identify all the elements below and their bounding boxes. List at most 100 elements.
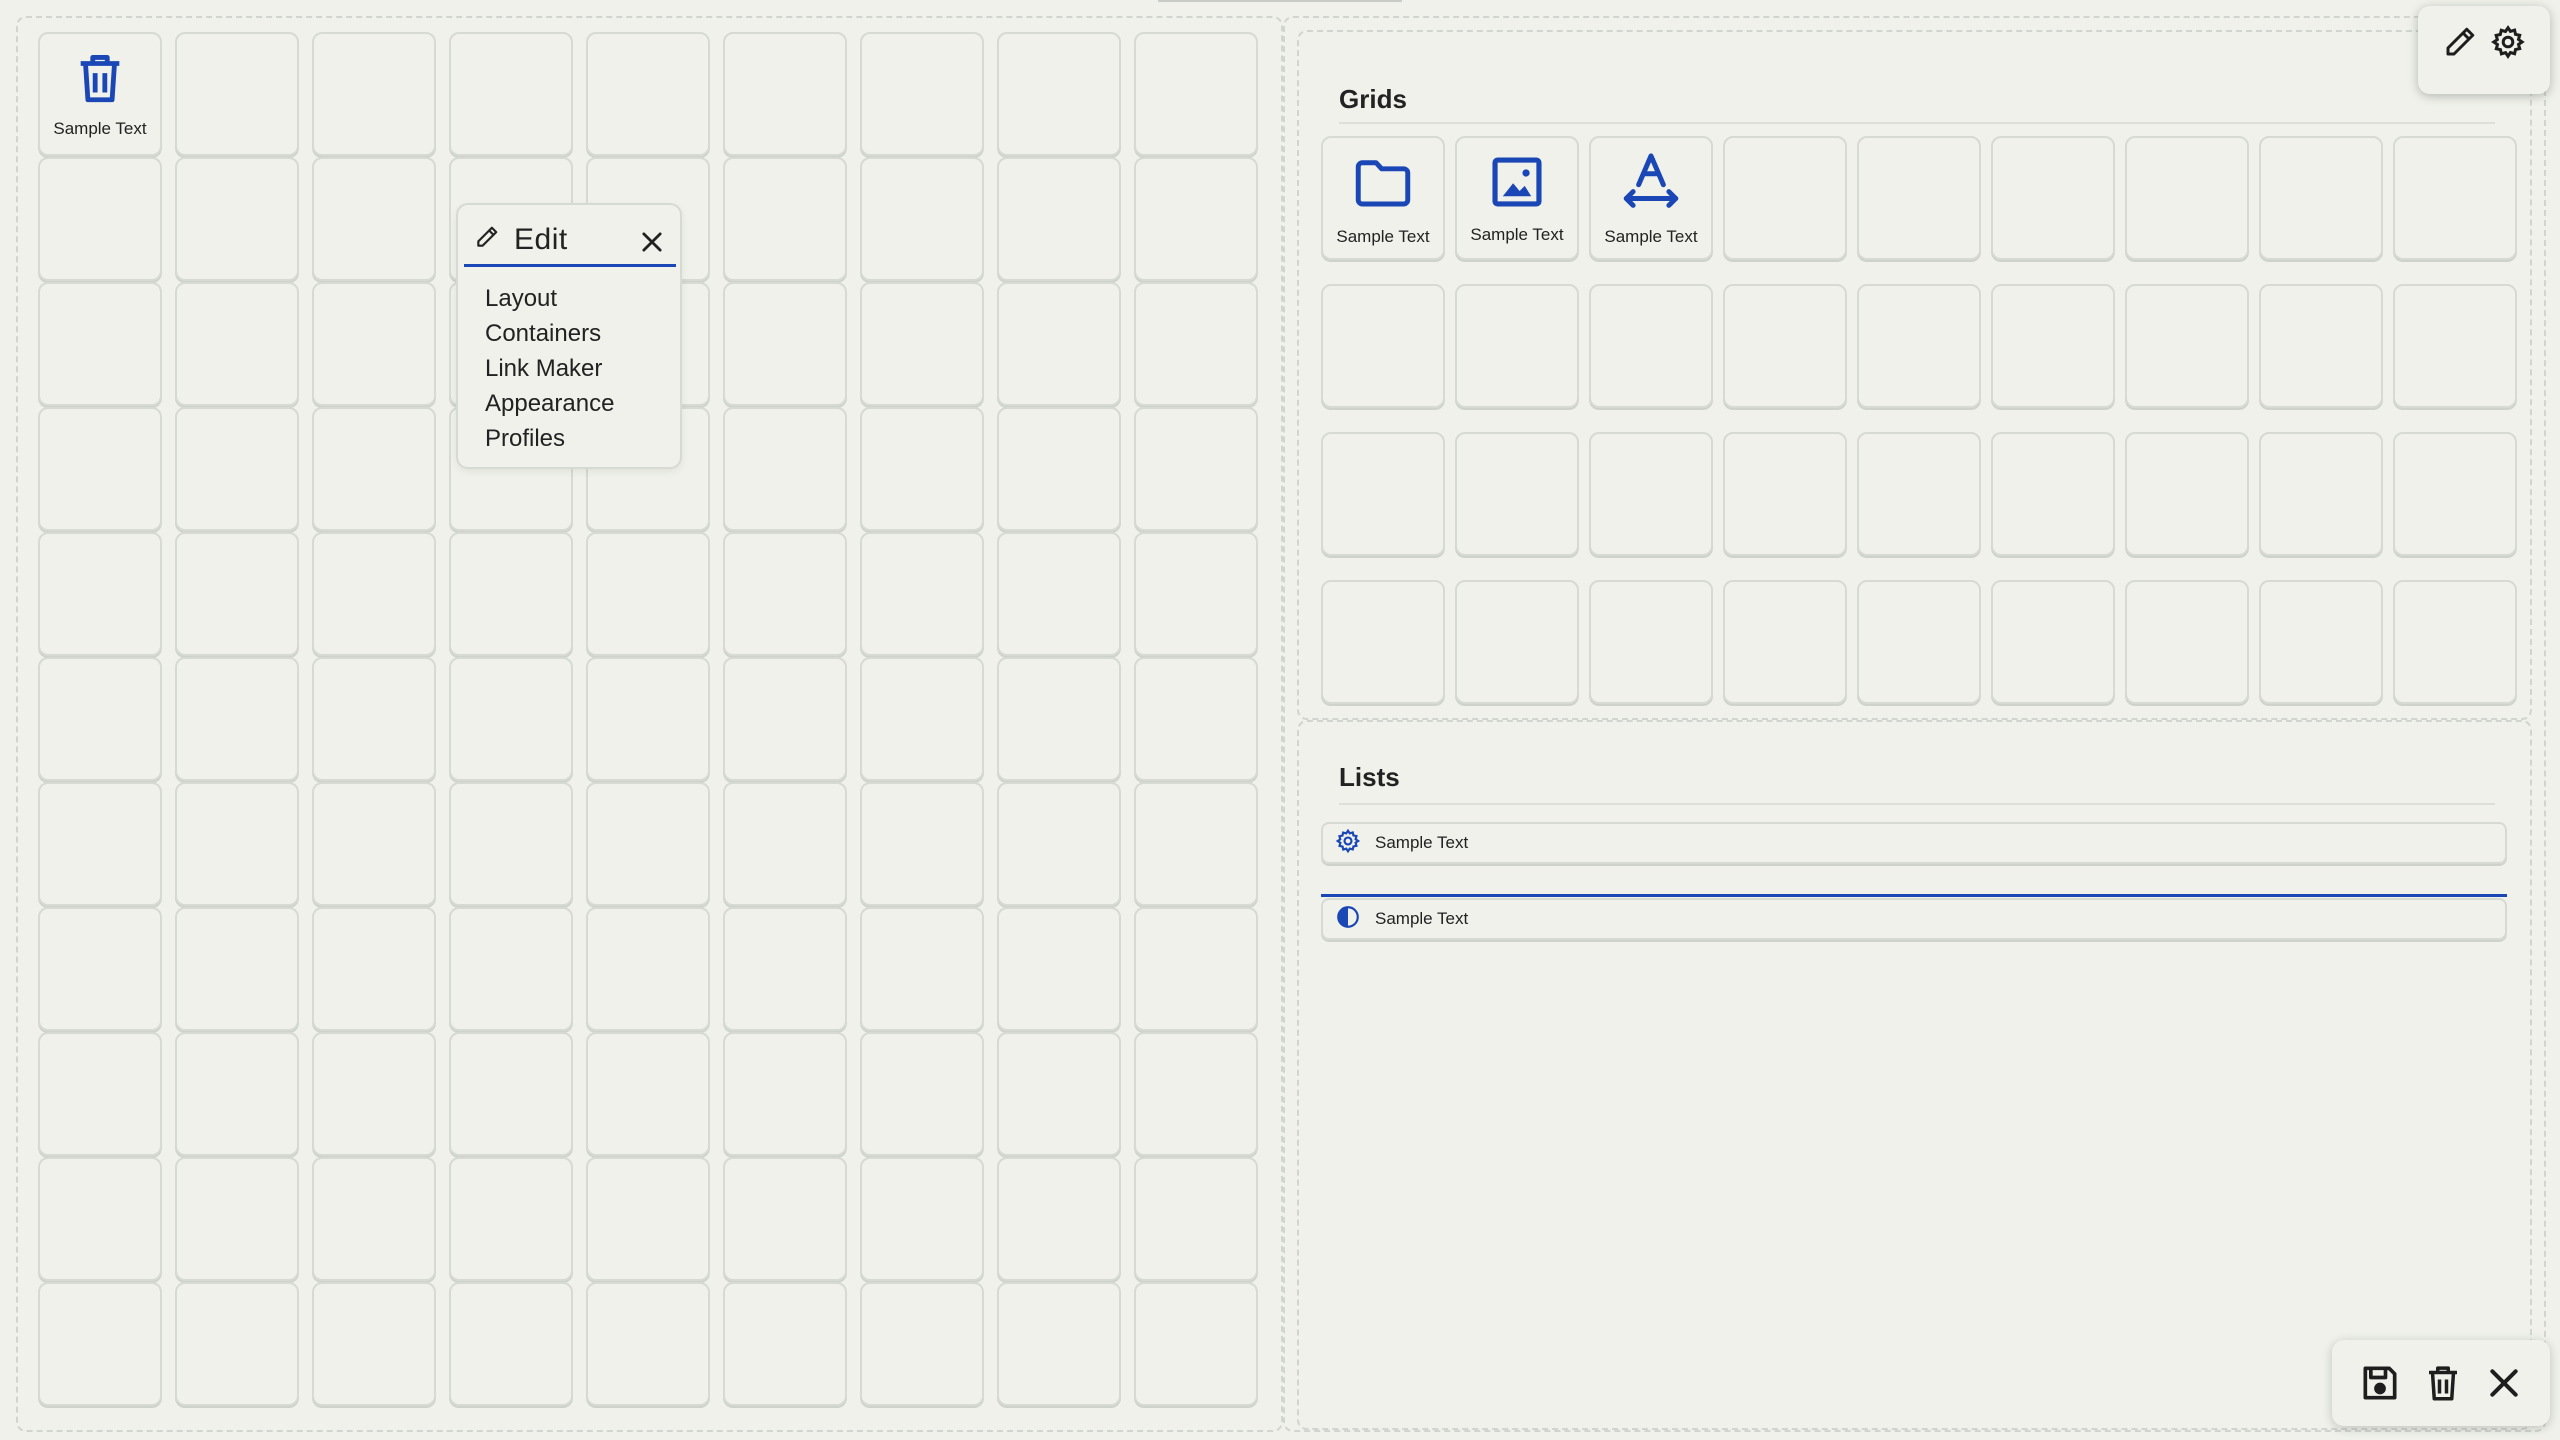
grid-cell[interactable]: [312, 1282, 436, 1406]
grid-cell[interactable]: [312, 532, 436, 656]
grid-cell[interactable]: [1723, 432, 1847, 556]
grid-tile[interactable]: Sample Text: [38, 32, 162, 156]
grid-cell[interactable]: [175, 1157, 299, 1281]
grid-cell[interactable]: [312, 407, 436, 531]
trash-icon[interactable]: [2422, 1362, 2464, 1404]
grid-cell[interactable]: [2259, 284, 2383, 408]
grid-cell[interactable]: [723, 1157, 847, 1281]
grid-cell[interactable]: [1134, 907, 1258, 1031]
grid-cell[interactable]: [723, 1032, 847, 1156]
grid-tile[interactable]: Sample Text: [1589, 136, 1713, 260]
grid-cell[interactable]: [723, 782, 847, 906]
menu-item-profiles[interactable]: Profiles: [485, 421, 614, 456]
grid-cell[interactable]: [1723, 136, 1847, 260]
grid-cell[interactable]: [997, 532, 1121, 656]
grid-cell[interactable]: [175, 32, 299, 156]
grid-cell[interactable]: [1991, 136, 2115, 260]
grid-cell[interactable]: [449, 1032, 573, 1156]
grid-cell[interactable]: [1455, 580, 1579, 704]
grid-cell[interactable]: [586, 532, 710, 656]
grid-cell[interactable]: [586, 1282, 710, 1406]
grid-cell[interactable]: [38, 1032, 162, 1156]
grid-cell[interactable]: [175, 532, 299, 656]
grid-cell[interactable]: [38, 157, 162, 281]
grid-tile[interactable]: Sample Text: [1321, 136, 1445, 260]
grid-cell[interactable]: [1723, 580, 1847, 704]
grid-cell[interactable]: [860, 907, 984, 1031]
grid-cell[interactable]: [2393, 284, 2517, 408]
grid-cell[interactable]: [312, 782, 436, 906]
grid-cell[interactable]: [2393, 136, 2517, 260]
grid-cell[interactable]: [312, 907, 436, 1031]
top-drag-handle[interactable]: [1158, 0, 1402, 2]
grid-cell[interactable]: [1134, 1157, 1258, 1281]
grid-cell[interactable]: [860, 32, 984, 156]
grid-cell[interactable]: [1134, 32, 1258, 156]
grid-cell[interactable]: [860, 657, 984, 781]
grid-cell[interactable]: [723, 1282, 847, 1406]
grid-cell[interactable]: [1455, 432, 1579, 556]
grid-cell[interactable]: [2125, 284, 2249, 408]
grid-cell[interactable]: [2259, 580, 2383, 704]
grid-cell[interactable]: [2259, 136, 2383, 260]
grid-cell[interactable]: [38, 1157, 162, 1281]
grid-cell[interactable]: [38, 532, 162, 656]
menu-item-appearance[interactable]: Appearance: [485, 386, 614, 421]
grid-cell[interactable]: [723, 657, 847, 781]
grid-cell[interactable]: [860, 407, 984, 531]
grid-cell[interactable]: [449, 532, 573, 656]
grid-cell[interactable]: [38, 782, 162, 906]
grid-cell[interactable]: [997, 782, 1121, 906]
grid-cell[interactable]: [586, 1032, 710, 1156]
grid-cell[interactable]: [2125, 136, 2249, 260]
grid-cell[interactable]: [723, 282, 847, 406]
grid-cell[interactable]: [2393, 432, 2517, 556]
menu-item-layout[interactable]: Layout: [485, 281, 614, 316]
grid-cell[interactable]: [312, 657, 436, 781]
grid-cell[interactable]: [175, 282, 299, 406]
grid-cell[interactable]: [449, 782, 573, 906]
grid-cell[interactable]: [175, 157, 299, 281]
grid-cell[interactable]: [586, 32, 710, 156]
grid-cell[interactable]: [38, 657, 162, 781]
menu-item-containers[interactable]: Containers: [485, 316, 614, 351]
grid-cell[interactable]: [1321, 580, 1445, 704]
grid-cell[interactable]: [312, 282, 436, 406]
grid-cell[interactable]: [586, 657, 710, 781]
list-item[interactable]: Sample Text: [1321, 822, 2507, 864]
grid-cell[interactable]: [997, 407, 1121, 531]
grid-cell[interactable]: [1857, 284, 1981, 408]
grid-cell[interactable]: [1991, 284, 2115, 408]
grid-cell[interactable]: [586, 1157, 710, 1281]
grid-cell[interactable]: [1991, 432, 2115, 556]
grid-cell[interactable]: [1321, 432, 1445, 556]
grid-cell[interactable]: [1134, 1282, 1258, 1406]
grid-cell[interactable]: [175, 1032, 299, 1156]
grid-cell[interactable]: [997, 907, 1121, 1031]
grid-cell[interactable]: [860, 1157, 984, 1281]
grid-cell[interactable]: [1134, 407, 1258, 531]
grid-cell[interactable]: [1321, 284, 1445, 408]
grid-cell[interactable]: [1589, 284, 1713, 408]
grid-cell[interactable]: [1857, 432, 1981, 556]
grid-cell[interactable]: [449, 657, 573, 781]
grid-cell[interactable]: [723, 907, 847, 1031]
grid-cell[interactable]: [38, 1282, 162, 1406]
close-icon[interactable]: [638, 228, 666, 261]
grid-cell[interactable]: [175, 907, 299, 1031]
grid-cell[interactable]: [1723, 284, 1847, 408]
grid-cell[interactable]: [1134, 1032, 1258, 1156]
grid-cell[interactable]: [175, 657, 299, 781]
grid-cell[interactable]: [1455, 284, 1579, 408]
grid-cell[interactable]: [723, 532, 847, 656]
grid-cell[interactable]: [175, 782, 299, 906]
grid-cell[interactable]: [1857, 136, 1981, 260]
grid-cell[interactable]: [312, 32, 436, 156]
grid-cell[interactable]: [1134, 657, 1258, 781]
grid-cell[interactable]: [723, 407, 847, 531]
grid-cell[interactable]: [1134, 157, 1258, 281]
grid-cell[interactable]: [449, 32, 573, 156]
grid-cell[interactable]: [2393, 580, 2517, 704]
grid-cell[interactable]: [449, 1282, 573, 1406]
grid-cell[interactable]: [312, 1032, 436, 1156]
